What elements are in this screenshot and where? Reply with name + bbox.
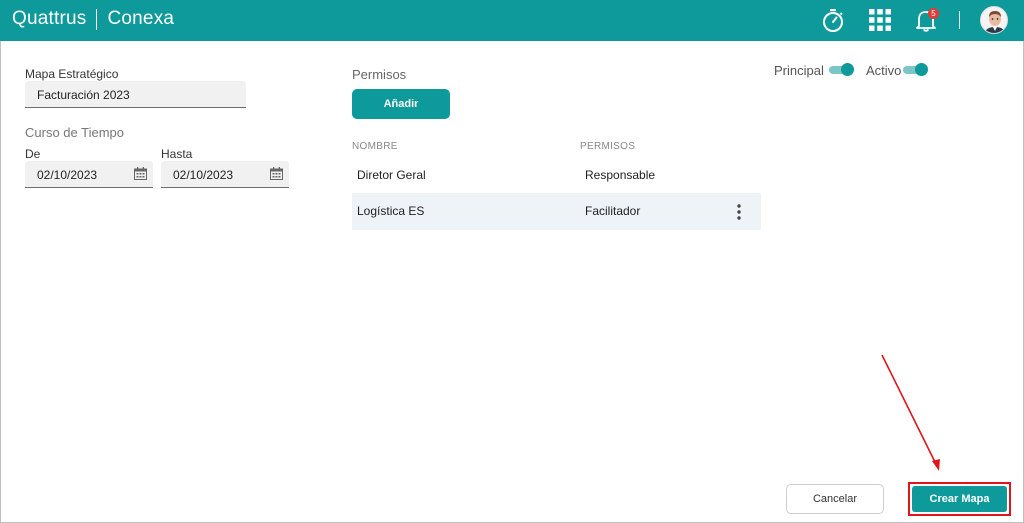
- row-name: Diretor Geral: [357, 168, 426, 182]
- highlight-box: Crear Mapa: [908, 482, 1011, 516]
- from-label: De: [25, 147, 41, 161]
- from-date-value: 02/10/2023: [37, 168, 98, 182]
- window-frame: [0, 0, 1024, 523]
- more-options-icon[interactable]: [737, 204, 741, 220]
- principal-toggle[interactable]: [829, 63, 854, 76]
- column-header-permissions: PERMISOS: [580, 141, 636, 152]
- create-map-button[interactable]: Crear Mapa: [912, 486, 1007, 512]
- brand-right: Conexa: [107, 8, 175, 29]
- brand-logo[interactable]: Quattrus Conexa: [12, 8, 174, 30]
- row-name: Logística ES: [357, 204, 425, 218]
- apps-grid-icon[interactable]: [866, 6, 894, 34]
- table-row[interactable]: Diretor Geral Responsable: [352, 157, 761, 194]
- header-divider: [959, 11, 960, 29]
- app-header: Quattrus Conexa 5: [0, 0, 1024, 41]
- add-permission-button[interactable]: Añadir: [352, 89, 450, 119]
- from-date-input[interactable]: 02/10/2023: [25, 161, 153, 188]
- toggle-knob: [915, 63, 928, 76]
- map-select[interactable]: Facturación 2023: [25, 81, 246, 108]
- brand-divider: [96, 8, 98, 30]
- toggle-knob: [841, 63, 854, 76]
- row-permission: Facilitador: [585, 204, 641, 218]
- calendar-icon[interactable]: [134, 167, 147, 180]
- activo-toggle[interactable]: [903, 63, 928, 76]
- cancel-button[interactable]: Cancelar: [786, 484, 884, 514]
- notification-badge: 5: [928, 8, 939, 19]
- to-date-value: 02/10/2023: [173, 168, 234, 182]
- bell-icon[interactable]: 5: [912, 6, 940, 34]
- map-label: Mapa Estratégico: [25, 67, 119, 81]
- calendar-icon[interactable]: [270, 167, 283, 180]
- row-permission: Responsable: [585, 168, 656, 182]
- activo-toggle-label: Activo: [866, 63, 902, 78]
- to-label: Hasta: [161, 147, 193, 161]
- principal-toggle-label: Principal: [774, 63, 824, 78]
- column-header-name: NOMBRE: [352, 141, 398, 152]
- avatar[interactable]: [980, 6, 1008, 34]
- time-section-label: Curso de Tiempo: [25, 125, 124, 140]
- brand-left: Quattrus: [12, 8, 87, 29]
- to-date-input[interactable]: 02/10/2023: [161, 161, 289, 188]
- permissions-title: Permisos: [352, 67, 407, 82]
- table-row[interactable]: Logística ES Facilitador: [352, 193, 761, 230]
- timer-icon[interactable]: [819, 6, 847, 34]
